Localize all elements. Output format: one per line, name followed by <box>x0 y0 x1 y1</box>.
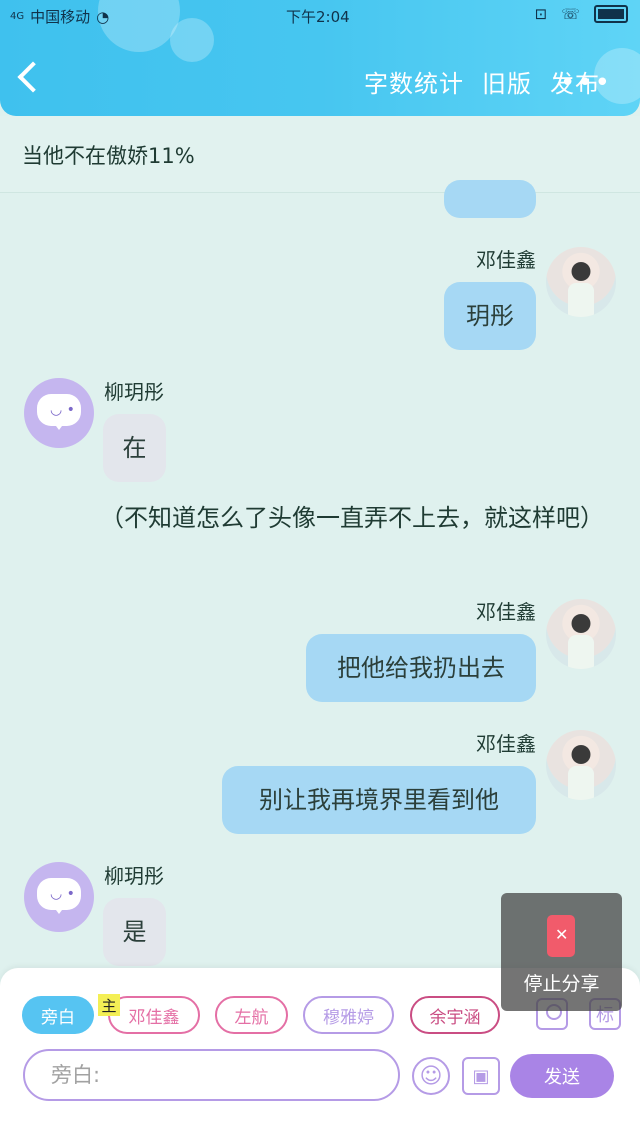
story-title: 当他不在傲娇11% <box>22 144 195 168</box>
avatar[interactable] <box>546 599 616 669</box>
old-version-button[interactable]: 旧版 <box>482 64 532 99</box>
avatar[interactable]: ◡ • <box>24 378 94 448</box>
avatar[interactable] <box>546 247 616 317</box>
character-chip[interactable]: 邓佳鑫 <box>108 996 200 1034</box>
character-chip[interactable]: 余宇涵 <box>410 996 500 1034</box>
avatar[interactable]: ◡ • <box>24 862 94 932</box>
character-chip[interactable]: 左航 <box>215 996 288 1034</box>
narration-text: （不知道怎么了头像一直弄不上去，就这样吧） <box>100 504 604 532</box>
cast-icon: ⊡ <box>534 5 548 23</box>
hd-call-icon: ☏ <box>561 5 580 23</box>
message-bubble[interactable]: 是 <box>103 898 166 966</box>
message-bubble[interactable]: 玥彤 <box>444 282 536 350</box>
message-author: 柳玥彤 <box>104 380 164 404</box>
app-header: 4G 中国移动 ◔ 下午2:04 ⊡ ☏ 字数统计 旧版 发布 ••• <box>0 0 640 116</box>
story-titlebar: 当他不在傲娇11% <box>0 116 640 193</box>
stop-sharing-label: 停止分享 <box>523 973 600 995</box>
character-chip[interactable]: 穆雅婷 <box>303 996 394 1034</box>
stop-sharing-overlay[interactable]: ✕ 停止分享 <box>501 893 622 1011</box>
emoji-icon[interactable]: ☺ <box>412 1057 450 1095</box>
message-bubble-partial <box>444 180 536 218</box>
word-count-button[interactable]: 字数统计 <box>364 64 464 99</box>
status-time: 下午2:04 <box>286 8 350 26</box>
message-author: 邓佳鑫 <box>476 600 536 624</box>
message-author: 邓佳鑫 <box>476 732 536 756</box>
face-icon: ◡ • <box>50 402 75 418</box>
narration-chip[interactable]: 旁白 <box>22 996 94 1034</box>
more-button[interactable]: ••• <box>560 68 612 98</box>
image-icon[interactable]: ▣ <box>462 1057 500 1095</box>
back-arrow-icon[interactable] <box>17 61 49 93</box>
message-author: 柳玥彤 <box>104 864 164 888</box>
message-author: 邓佳鑫 <box>476 248 536 272</box>
message-input[interactable]: 旁白: <box>23 1049 400 1101</box>
message-bubble[interactable]: 把他给我扔出去 <box>306 634 536 702</box>
wifi-icon: ◔ <box>96 7 110 26</box>
message-bubble[interactable]: 别让我再境界里看到他 <box>222 766 536 834</box>
signal-icon: 4G <box>10 11 25 22</box>
message-bubble[interactable]: 在 <box>103 414 166 482</box>
main-character-badge: 主 <box>98 994 120 1016</box>
battery-icon <box>594 5 628 23</box>
phone-icon: ✕ <box>547 915 575 957</box>
send-button[interactable]: 发送 <box>510 1054 614 1098</box>
avatar[interactable] <box>546 730 616 800</box>
carrier-name: 中国移动 <box>30 8 91 26</box>
status-bar: 4G 中国移动 ◔ 下午2:04 ⊡ ☏ <box>0 0 640 32</box>
face-icon: ◡ • <box>50 886 75 902</box>
